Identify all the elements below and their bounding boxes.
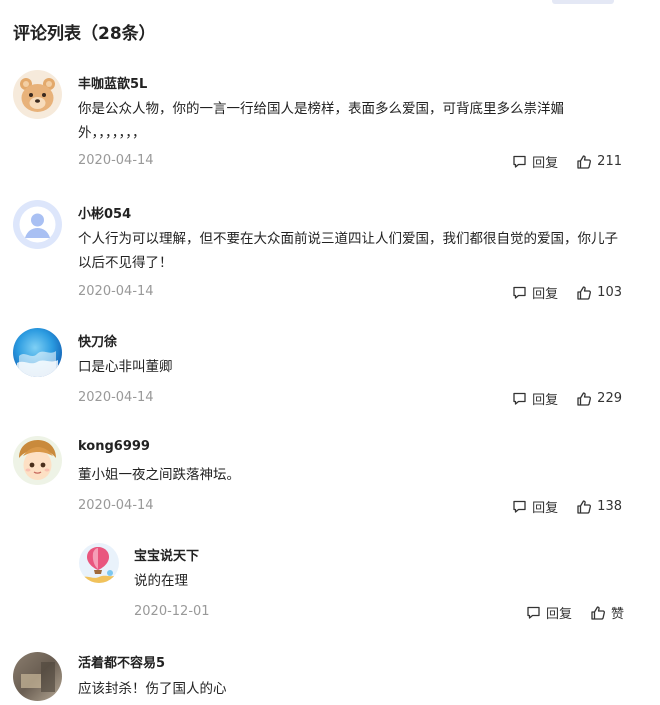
comment-username[interactable]: kong6999: [78, 439, 150, 454]
blue-ocean-avatar-icon[interactable]: [13, 328, 62, 377]
cartoon-child-avatar-icon[interactable]: [13, 436, 62, 485]
comment-date: 2020-04-14: [78, 284, 154, 299]
comment-date: 2020-04-14: [78, 153, 154, 168]
photo-avatar-icon[interactable]: [13, 652, 62, 701]
thumbs-up-icon: [577, 499, 592, 514]
comment-text: 应该封杀！伤了国人的心: [78, 681, 227, 697]
comment-date: 2020-04-14: [78, 390, 154, 405]
comment-username[interactable]: 小彬054: [78, 203, 131, 222]
reply-button[interactable]: 回复: [512, 152, 558, 171]
comment-text: 口是心非叫董卿: [78, 359, 173, 375]
comment-bubble-icon: [513, 286, 526, 299]
reply-label: 回复: [545, 607, 572, 622]
reply-date: 2020-12-01: [134, 604, 210, 619]
thumbs-up-icon: [577, 285, 592, 300]
comment-username[interactable]: 快刀徐: [78, 331, 117, 350]
like-count: 103: [597, 285, 622, 300]
reply-button[interactable]: 回复: [512, 497, 558, 516]
reply-username[interactable]: 宝宝说天下: [134, 545, 199, 564]
reply-label: 回复: [532, 287, 559, 302]
top-tab-indicator: [552, 0, 614, 4]
like-button[interactable]: 229: [576, 391, 622, 407]
comment-text: 董小姐一夜之间跌落神坛。: [78, 467, 240, 483]
comment-actions: 回复 103: [512, 283, 622, 302]
reply-button[interactable]: 回复: [526, 603, 572, 622]
reply-label: 回复: [532, 156, 559, 171]
reply-button[interactable]: 回复: [512, 283, 558, 302]
thumbs-up-icon: [591, 605, 605, 620]
like-button[interactable]: 211: [576, 154, 622, 170]
comment-text: 你是公众人物，你的一言一行给国人是榜样，表面多么爱国，可背底里多么祟洋媚外，，，…: [78, 101, 564, 141]
reply-button[interactable]: 回复: [512, 389, 558, 408]
like-button[interactable]: 赞: [590, 603, 624, 622]
like-button[interactable]: 103: [576, 285, 622, 301]
comment-actions: 回复 229: [512, 389, 622, 408]
comment-bubble-icon: [513, 392, 526, 405]
comment-username[interactable]: 活着都不容易5: [78, 652, 165, 671]
like-count: 211: [597, 154, 622, 169]
like-count: 138: [597, 499, 622, 514]
reply-label: 回复: [532, 393, 559, 408]
comment-list-title: 评论列表（28条）: [13, 24, 156, 44]
comment-date: 2020-04-14: [78, 498, 154, 513]
default-user-avatar-icon[interactable]: [13, 200, 62, 249]
comment-text: 个人行为可以理解，但不要在大众面前说三道四让人们爱国，我们都很自觉的爱国，你儿子…: [78, 231, 618, 271]
comment-bubble-icon: [527, 606, 540, 619]
comment-actions: 回复 211: [512, 152, 622, 171]
reply-actions: 回复 赞: [526, 603, 624, 622]
like-count: 229: [597, 391, 622, 406]
thumbs-up-icon: [577, 391, 592, 406]
bear-avatar-icon[interactable]: [13, 70, 62, 119]
like-label: 赞: [610, 607, 624, 622]
comment-username[interactable]: 丰咖蓝歆5L: [78, 73, 147, 92]
thumbs-up-icon: [577, 154, 592, 169]
reply-label: 回复: [532, 501, 559, 516]
reply-text: 说的在理: [134, 573, 188, 589]
like-button[interactable]: 138: [576, 499, 622, 515]
comment-bubble-icon: [513, 155, 526, 168]
hot-air-balloon-avatar-icon[interactable]: [79, 543, 119, 583]
comment-actions: 回复 138: [512, 497, 622, 516]
comment-bubble-icon: [513, 500, 526, 513]
